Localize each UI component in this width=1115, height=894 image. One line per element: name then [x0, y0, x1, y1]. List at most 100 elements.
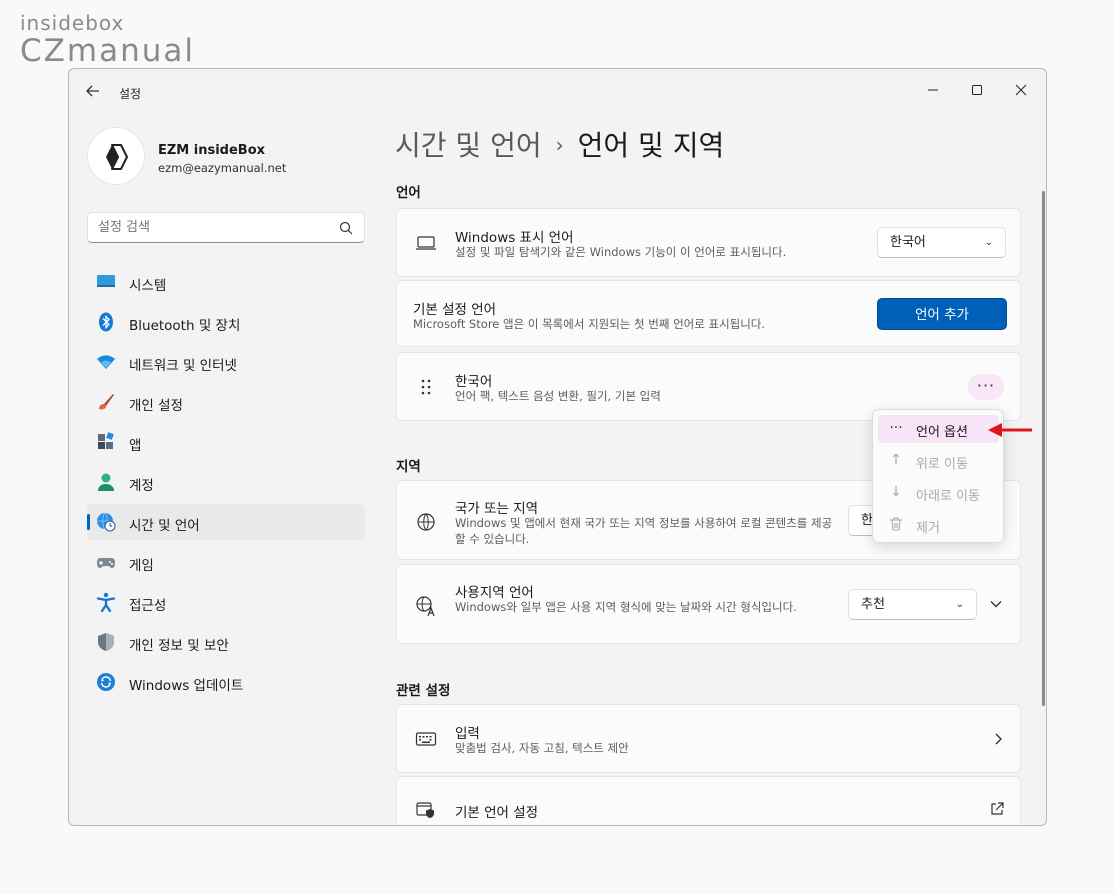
sidebar-item-bluetooth[interactable]: Bluetooth 및 장치 [87, 304, 365, 340]
menu-item-move-up[interactable]: ↑ 위로 이동 [878, 447, 999, 475]
sidebar-item-label: 게임 [129, 558, 154, 574]
sidebar-nav: 시스템 Bluetooth 및 장치 네트워크 및 인터넷 개인 설정 앱 계정… [87, 264, 365, 704]
sidebar-item-apps[interactable]: 앱 [87, 424, 365, 460]
admin-shield-icon [416, 802, 434, 818]
display-language-card[interactable]: Windows 표시 언어 설정 및 파일 탐색기와 같은 Windows 기능… [396, 208, 1021, 277]
minimize-button[interactable] [911, 77, 955, 107]
globe-icon [417, 513, 435, 531]
window-title: 설정 [119, 87, 142, 101]
sidebar-item-windows-update[interactable]: Windows 업데이트 [87, 664, 365, 700]
apps-icon [98, 432, 114, 449]
sidebar-item-personalization[interactable]: 개인 설정 [87, 384, 365, 420]
section-header-region: 지역 [396, 459, 421, 475]
regional-format-title: 사용지역 언어 [455, 585, 534, 601]
globe-clock-icon [97, 512, 116, 532]
laptop-icon [416, 236, 436, 250]
sidebar-item-accessibility[interactable]: 접근성 [87, 584, 365, 620]
breadcrumb: 시간 및 언어 › 언어 및 지역 [395, 124, 724, 164]
annotation-arrow-icon [988, 423, 1032, 437]
menu-item-label: 위로 이동 [916, 457, 968, 472]
typing-card[interactable]: 입력 맞춤법 검사, 자동 고침, 텍스트 제안 [396, 704, 1021, 773]
sidebar-item-label: 개인 설정 [129, 398, 183, 414]
display-language-title: Windows 표시 언어 [455, 230, 574, 246]
more-options-button[interactable]: ··· [968, 374, 1004, 400]
search-input[interactable] [88, 213, 328, 242]
watermark-line1: insidebox [20, 11, 125, 35]
menu-item-remove[interactable]: 제거 [878, 511, 999, 539]
sidebar-item-label: 개인 정보 및 보안 [129, 638, 229, 654]
menu-item-label: 제거 [916, 521, 940, 536]
title-bar: 설정 [69, 69, 1046, 117]
sidebar-item-privacy[interactable]: 개인 정보 및 보안 [87, 624, 365, 660]
sidebar-item-label: 시간 및 언어 [129, 518, 200, 534]
regional-format-subtitle: Windows와 일부 앱은 사용 지역 형식에 맞는 날짜와 시간 형식입니다… [455, 600, 797, 614]
chevron-right-icon [995, 733, 1002, 745]
external-link-icon [991, 802, 1004, 815]
monitor-icon [97, 275, 115, 287]
maximize-button[interactable] [955, 77, 999, 107]
breadcrumb-separator: › [555, 133, 564, 157]
sidebar-item-label: 시스템 [129, 278, 167, 294]
display-language-value: 한국어 [890, 235, 926, 250]
regional-format-dropdown[interactable]: 추천 ⌄ [848, 589, 977, 620]
close-button[interactable] [999, 77, 1043, 107]
country-region-title: 국가 또는 지역 [455, 501, 539, 517]
chevron-down-icon: ⌄ [984, 237, 993, 248]
language-context-menu: ··· 언어 옵션 ↑ 위로 이동 ↓ 아래로 이동 제거 [872, 409, 1004, 543]
sidebar-item-label: 앱 [129, 438, 142, 454]
sidebar-item-time-language[interactable]: 시간 및 언어 [87, 504, 365, 540]
menu-item-label: 언어 옵션 [916, 425, 968, 440]
brush-icon [99, 394, 114, 410]
chevron-down-icon: ⌄ [955, 599, 964, 610]
sidebar-item-system[interactable]: 시스템 [87, 264, 365, 300]
avatar [87, 127, 145, 185]
typing-title: 입력 [455, 726, 480, 742]
accessibility-icon [96, 592, 116, 612]
arrow-down-icon: ↓ [890, 484, 902, 500]
korean-language-title: 한국어 [455, 374, 493, 390]
keyboard-icon [415, 732, 437, 746]
shield-icon [98, 633, 114, 651]
arrow-up-icon: ↑ [890, 452, 902, 468]
display-language-dropdown[interactable]: 한국어 ⌄ [877, 227, 1006, 258]
admin-language-card[interactable]: 기본 언어 설정 [396, 776, 1021, 825]
close-icon [1015, 84, 1027, 96]
expand-chevron-icon[interactable] [989, 597, 1003, 611]
scrollbar[interactable] [1042, 191, 1045, 706]
typing-subtitle: 맞춤법 검사, 자동 고침, 텍스트 제안 [455, 741, 629, 755]
display-language-subtitle: 설정 및 파일 탐색기와 같은 Windows 기능이 이 언어로 표시됩니다. [455, 245, 787, 259]
preferred-language-subtitle: Microsoft Store 앱은 이 목록에서 지원되는 첫 번째 언어로 … [413, 317, 766, 331]
watermark-line2: CZmanual [20, 33, 195, 69]
sidebar-item-network[interactable]: 네트워크 및 인터넷 [87, 344, 365, 380]
menu-item-label: 아래로 이동 [916, 489, 980, 504]
person-icon [98, 473, 114, 491]
bluetooth-icon [99, 312, 113, 332]
korean-language-subtitle: 언어 팩, 텍스트 음성 변환, 필기, 기본 입력 [455, 389, 661, 403]
wifi-icon [97, 355, 115, 369]
add-language-button[interactable]: 언어 추가 [877, 298, 1007, 330]
user-email: ezm@eazymanual.net [158, 161, 287, 175]
page-title: 언어 및 지역 [577, 129, 725, 162]
regional-format-value: 추천 [861, 597, 885, 612]
menu-item-language-options[interactable]: ··· 언어 옵션 [878, 415, 999, 443]
settings-search[interactable] [87, 212, 365, 243]
sidebar-item-gaming[interactable]: 게임 [87, 544, 365, 580]
user-name: EZM insideBox [158, 143, 266, 158]
preferred-language-card: 기본 설정 언어 Microsoft Store 앱은 이 목록에서 지원되는 … [396, 280, 1021, 347]
sidebar-item-accounts[interactable]: 계정 [87, 464, 365, 500]
breadcrumb-parent[interactable]: 시간 및 언어 [395, 129, 542, 162]
menu-item-move-down[interactable]: ↓ 아래로 이동 [878, 479, 999, 507]
sidebar-item-label: 계정 [129, 478, 154, 494]
watermark-logo: insidebox CZmanual [20, 12, 195, 68]
admin-language-title: 기본 언어 설정 [455, 805, 539, 821]
section-header-related: 관련 설정 [396, 683, 451, 699]
language-format-icon [416, 596, 435, 617]
logo-icon [106, 144, 128, 170]
update-icon [97, 673, 115, 691]
regional-format-card[interactable]: 사용지역 언어 Windows와 일부 앱은 사용 지역 형식에 맞는 날짜와 … [396, 564, 1021, 644]
back-button[interactable] [83, 83, 103, 103]
sidebar-item-label: 네트워크 및 인터넷 [129, 358, 237, 374]
drag-handle-icon[interactable] [415, 376, 437, 398]
preferred-language-title: 기본 설정 언어 [413, 302, 497, 318]
trash-icon [890, 517, 902, 531]
